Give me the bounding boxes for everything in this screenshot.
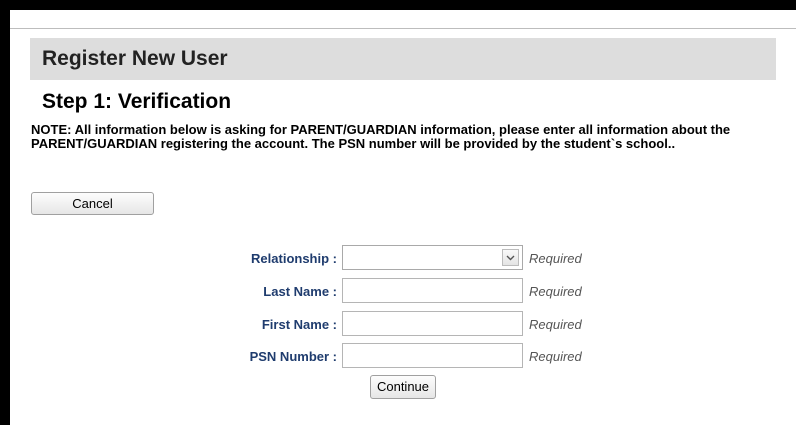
psn-number-field[interactable] — [342, 343, 523, 368]
page-header: Register New User — [30, 38, 776, 80]
first-name-field[interactable] — [342, 311, 523, 336]
page-title: Register New User — [42, 47, 228, 70]
relationship-select[interactable] — [342, 245, 523, 270]
continue-button[interactable]: Continue — [370, 375, 436, 399]
guardian-note: NOTE: All information below is asking fo… — [31, 122, 731, 151]
cancel-button[interactable]: Cancel — [31, 192, 154, 215]
relationship-label: Relationship : — [251, 251, 337, 266]
page-frame: Register New User Step 1: Verification N… — [0, 0, 796, 425]
psn-number-required: Required — [529, 349, 582, 364]
first-name-required: Required — [529, 317, 582, 332]
last-name-required: Required — [529, 284, 582, 299]
step-title: Step 1: Verification — [42, 90, 232, 113]
window-left-border — [0, 0, 10, 425]
window-top-border — [0, 0, 796, 10]
psn-number-label: PSN Number : — [249, 349, 337, 364]
top-divider — [10, 28, 796, 29]
relationship-required: Required — [529, 251, 582, 266]
last-name-label: Last Name : — [263, 284, 337, 299]
last-name-field[interactable] — [342, 278, 523, 303]
first-name-label: First Name : — [261, 317, 337, 332]
chevron-down-icon[interactable] — [502, 249, 519, 266]
